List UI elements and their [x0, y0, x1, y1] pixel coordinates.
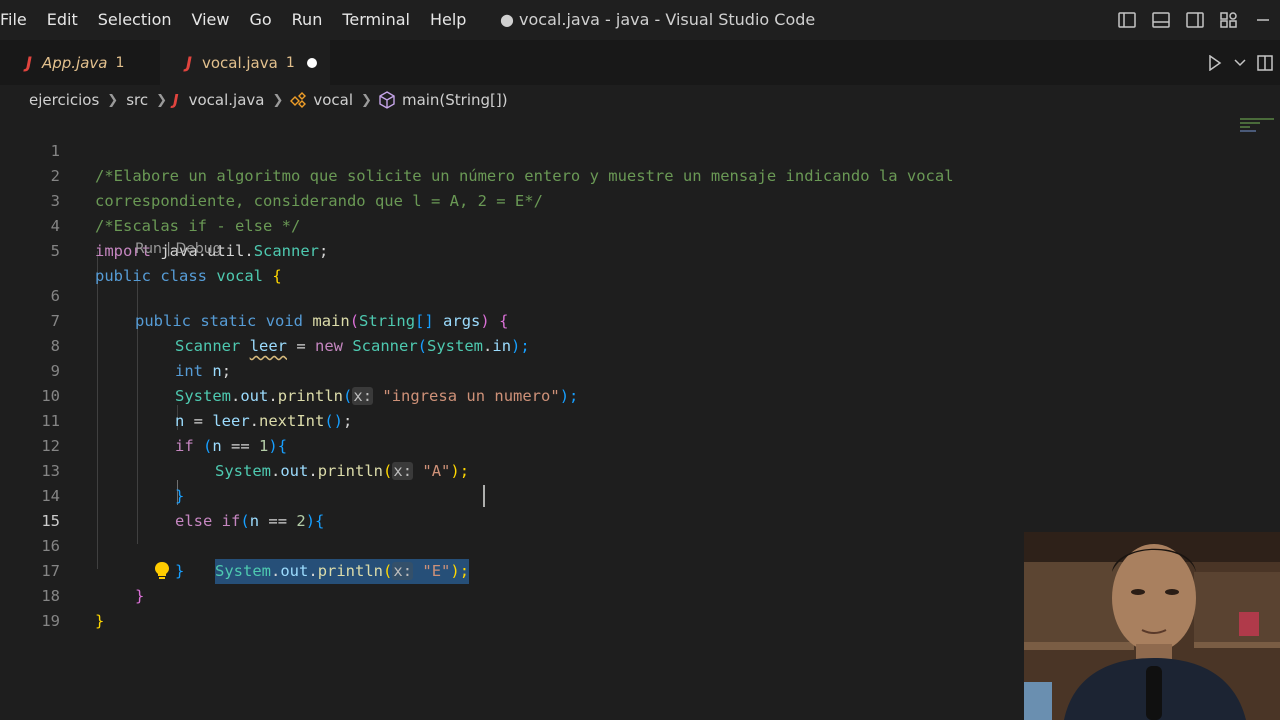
minimize-icon[interactable] — [1246, 0, 1280, 40]
code-line: 10 n = leer.nextInt(); — [0, 359, 1240, 430]
tab-label: vocal.java — [201, 53, 278, 72]
layout-controls — [1110, 0, 1280, 40]
code-line: 6 public static void main(String[] args)… — [0, 259, 1240, 330]
symbol-class-icon — [289, 92, 307, 108]
toggle-secondary-sidebar-icon[interactable] — [1178, 0, 1212, 40]
chevron-right-icon: ❯ — [156, 92, 168, 108]
code-line: 14 else if(n == 2){ — [0, 459, 1240, 530]
unsaved-dot-icon[interactable] — [306, 57, 317, 68]
code-line: 8 int n; — [0, 309, 1240, 380]
code-line: 1 /*Elabore un algoritmo que solicite un… — [0, 114, 1240, 185]
editor-tab-bar: J App.java 1 J vocal.java 1 — [0, 40, 1280, 85]
minimap-line — [1240, 122, 1260, 124]
webcam-overlay — [1024, 532, 1280, 720]
token-type: Scanner — [253, 242, 320, 260]
chevron-right-icon: ❯ — [107, 92, 119, 108]
code-line: 5 public class vocal { — [0, 214, 1240, 285]
code-line: 12 System.out.println(x: "A"); — [0, 409, 1240, 480]
minimap-line — [1240, 130, 1256, 132]
menu-edit[interactable]: Edit — [37, 0, 88, 40]
code-line: 4 import java.util.Scanner; — [0, 189, 1240, 260]
menu-run[interactable]: Run — [282, 0, 333, 40]
breadcrumb-file[interactable]: vocal.java — [187, 91, 267, 109]
menu-file[interactable]: File — [0, 0, 37, 40]
java-file-icon: J — [186, 53, 192, 72]
menu-selection[interactable]: Selection — [88, 0, 182, 40]
breadcrumb-folder[interactable]: ejercicios — [27, 91, 101, 109]
java-file-icon: J — [26, 53, 32, 72]
symbol-method-icon — [378, 91, 396, 109]
breadcrumb-class[interactable]: vocal — [311, 91, 355, 109]
menu-bar: File Edit Selection View Go Run Terminal… — [0, 0, 476, 40]
java-file-icon: J — [173, 91, 179, 109]
menu-help[interactable]: Help — [420, 0, 476, 40]
menu-go[interactable]: Go — [239, 0, 281, 40]
breadcrumb-subfolder[interactable]: src — [124, 91, 150, 109]
run-icon[interactable] — [1200, 40, 1230, 85]
breadcrumb-method[interactable]: main(String[]) — [400, 91, 510, 109]
code-line: 16 } — [0, 509, 1240, 580]
line-number: 19 — [41, 612, 60, 630]
tab-problem-count: 1 — [115, 54, 125, 71]
tab-problem-count: 1 — [285, 54, 295, 71]
code-line: 11 if (n == 1){ — [0, 384, 1240, 455]
minimap-line — [1240, 126, 1250, 128]
window-title: ● vocal.java - java - Visual Studio Code — [500, 10, 816, 29]
minimap-line — [1240, 118, 1274, 120]
token-punct: ; — [319, 242, 329, 260]
customize-layout-icon[interactable] — [1212, 0, 1246, 40]
code-line: 2 correspondiente, considerando que l = … — [0, 139, 1240, 210]
token-punct: . — [244, 242, 254, 260]
code-line-current: 15 System.out.println(x: "E"); — [0, 484, 1240, 584]
menu-view[interactable]: View — [182, 0, 240, 40]
chevron-right-icon: ❯ — [272, 92, 284, 108]
chevron-down-icon[interactable] — [1230, 40, 1250, 85]
tab-vocal-java[interactable]: J vocal.java 1 — [160, 40, 330, 85]
breadcrumb: ejercicios ❯ src ❯ J vocal.java ❯ vocal … — [0, 86, 1280, 114]
token-bracket: } — [95, 612, 105, 630]
code-line: 9 System.out.println(x: "ingresa un nume… — [0, 334, 1240, 405]
toggle-panel-icon[interactable] — [1144, 0, 1178, 40]
presenter-image — [1024, 532, 1280, 720]
toggle-primary-sidebar-icon[interactable] — [1110, 0, 1144, 40]
title-bar: File Edit Selection View Go Run Terminal… — [0, 0, 1280, 40]
chevron-right-icon: ❯ — [361, 92, 372, 108]
text-cursor — [483, 485, 485, 507]
editor-actions — [1200, 40, 1280, 85]
tab-app-java[interactable]: J App.java 1 — [0, 40, 160, 85]
code-line: 13 } — [0, 434, 1240, 505]
code-line: 7 Scanner leer = new Scanner(System.in); — [0, 284, 1240, 355]
code-line: 3 /*Escalas if - else */ — [0, 164, 1240, 235]
tab-label: App.java — [41, 53, 108, 72]
split-editor-icon[interactable] — [1250, 40, 1280, 85]
codelens-run-debug[interactable]: Run | Debug — [135, 238, 222, 260]
menu-terminal[interactable]: Terminal — [332, 0, 420, 40]
